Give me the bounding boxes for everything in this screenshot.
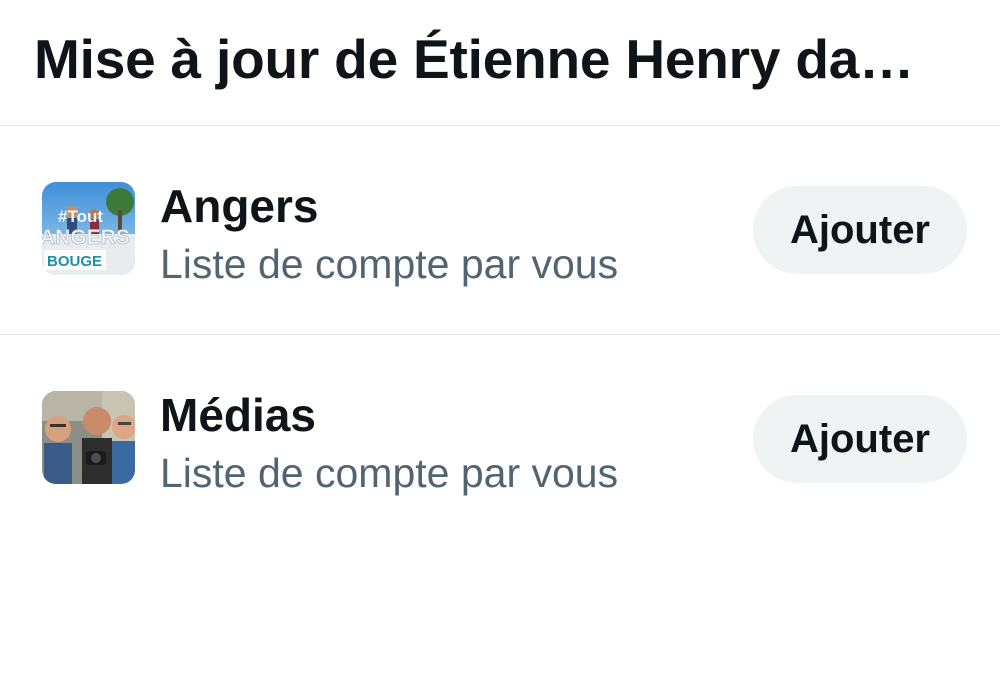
sheet-header: Mise à jour de Étienne Henry da…	[0, 0, 1000, 126]
svg-text:BOUGE: BOUGE	[47, 253, 102, 270]
list-item-angers[interactable]: #Tout ANGERS BOUGE Angers Liste de compt…	[0, 126, 1000, 335]
list-item-medias[interactable]: Médias Liste de compte par vous Ajouter	[0, 335, 1000, 544]
add-to-list-sheet: Mise à jour de Étienne Henry da… #Tout A…	[0, 0, 1000, 675]
list-owner-label: Liste de compte par vous	[160, 450, 619, 496]
page-title: Mise à jour de Étienne Henry da…	[34, 27, 914, 90]
svg-text:#Tout: #Tout	[58, 207, 103, 226]
list-text-angers: Angers Liste de compte par vous	[160, 178, 618, 292]
list-thumbnail-medias	[42, 391, 135, 484]
svg-text:ANGERS: ANGERS	[42, 226, 130, 249]
list-owner-label: Liste de compte par vous	[160, 241, 619, 287]
list-name: Médias	[160, 389, 316, 441]
add-button-medias[interactable]: Ajouter	[753, 395, 967, 483]
add-button-angers[interactable]: Ajouter	[753, 186, 967, 274]
list-name: Angers	[160, 180, 319, 232]
list-thumbnail-angers: #Tout ANGERS BOUGE	[42, 182, 135, 275]
list-text-medias: Médias Liste de compte par vous	[160, 387, 618, 501]
